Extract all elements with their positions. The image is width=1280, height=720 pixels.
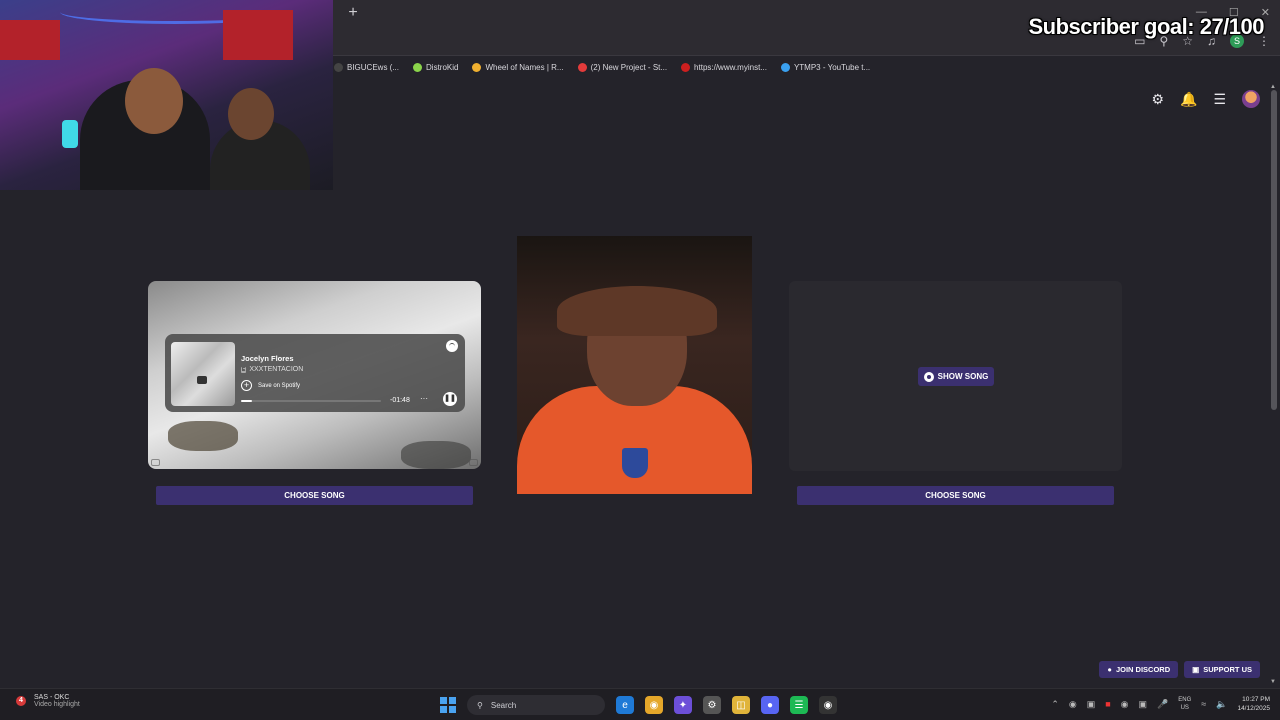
search-icon: ⚲ xyxy=(477,700,483,710)
bookmark-icon xyxy=(577,62,587,72)
track-artist[interactable]: E XXXTENTACION xyxy=(241,366,303,373)
windows-start-icon[interactable] xyxy=(440,697,456,713)
flag-right xyxy=(223,10,293,60)
bookmark-item[interactable]: YTMP3 - YouTube t... xyxy=(780,62,870,72)
discord-icon: ● xyxy=(1107,665,1112,674)
chrome-icon[interactable]: ◉ xyxy=(645,696,663,714)
spotify-logo-icon[interactable] xyxy=(446,340,458,352)
join-discord-button[interactable]: ● JOIN DISCORD xyxy=(1099,661,1179,678)
choose-song-button-right[interactable]: CHOOSE SONG xyxy=(797,486,1114,505)
site-header-icons: ⚙ 🔔 ☰ xyxy=(1151,90,1260,108)
tray-app-icon[interactable]: ◉ xyxy=(1121,699,1129,710)
discord-app-icon[interactable]: ● xyxy=(761,696,779,714)
track-title[interactable]: Jocelyn Flores xyxy=(241,354,294,363)
show-song-button[interactable]: SHOW SONG xyxy=(918,367,994,386)
bookmark-icon xyxy=(780,62,790,72)
progress-fill xyxy=(241,400,253,402)
gear-icon[interactable]: ⚙ xyxy=(1151,91,1164,108)
join-discord-label: JOIN DISCORD xyxy=(1115,665,1171,674)
obs-icon[interactable]: ◉ xyxy=(819,696,837,714)
subscriber-goal-overlay: Subscriber goal: 27/100 xyxy=(1028,14,1265,39)
new-tab-button[interactable]: + xyxy=(346,4,360,22)
video-hands xyxy=(557,286,717,336)
streamer-head xyxy=(125,68,183,134)
taskbar-apps: ⚲ Search e ◉ ✦ ⚙ ◫ ● ☰ ◉ xyxy=(440,695,837,715)
chevron-up-icon[interactable]: ⌃ xyxy=(1051,699,1059,710)
support-us-button[interactable]: ▣ SUPPORT US xyxy=(1184,661,1260,678)
background-blur-shape xyxy=(401,441,471,469)
windows-taskbar: 4 SAS - OKC Video highlight ⚲ Search e ◉… xyxy=(0,688,1280,720)
corner-icon xyxy=(151,459,160,466)
notification-subtitle: Video highlight xyxy=(34,701,80,708)
drink-can xyxy=(62,120,78,148)
footer-buttons: ● JOIN DISCORD ▣ SUPPORT US xyxy=(1099,661,1260,678)
playback-progress-bar[interactable] xyxy=(241,400,381,402)
bookmark-item[interactable]: DistroKid xyxy=(413,62,458,72)
scroll-thumb[interactable] xyxy=(1271,90,1277,410)
choose-song-button-left[interactable]: CHOOSE SONG xyxy=(156,486,473,505)
cohost-head xyxy=(228,88,274,140)
volume-icon[interactable]: 🔈 xyxy=(1216,699,1227,710)
taskbar-clock[interactable]: 10:27 PM 14/12/2025 xyxy=(1237,695,1270,713)
chat-icon: ▣ xyxy=(1192,665,1200,674)
more-options-icon[interactable]: ··· xyxy=(420,394,428,403)
language-indicator[interactable]: ENG US xyxy=(1178,696,1191,712)
edge-icon[interactable]: e xyxy=(616,696,634,714)
background-blur-shape xyxy=(168,421,238,451)
plus-circle-icon: + xyxy=(241,380,252,391)
tray-app-icon[interactable]: ■ xyxy=(1105,699,1110,709)
save-label: Save on Spotify xyxy=(258,382,301,389)
flag-left xyxy=(0,20,60,60)
wifi-icon[interactable]: ≈ xyxy=(1201,699,1206,709)
corner-icon xyxy=(469,459,478,466)
tray-app-icon[interactable]: ◉ xyxy=(1069,699,1077,710)
reaction-video[interactable] xyxy=(517,236,752,494)
scroll-down-arrow[interactable]: ▼ xyxy=(1270,679,1276,685)
bookmark-icon xyxy=(413,62,423,72)
artist-name: XXXTENTACION xyxy=(249,366,304,373)
tray-app-icon[interactable]: ▣ xyxy=(1139,699,1148,710)
spotify-app-icon[interactable]: ☰ xyxy=(790,696,808,714)
bell-icon[interactable]: 🔔 xyxy=(1180,91,1197,108)
system-tray: ⌃ ◉ ▣ ■ ◉ ▣ 🎤 ENG US ≈ 🔈 10:27 PM 14/12/… xyxy=(1051,695,1270,713)
show-song-label: SHOW SONG xyxy=(937,372,989,381)
support-us-label: SUPPORT US xyxy=(1203,665,1252,674)
file-explorer-icon[interactable]: ◫ xyxy=(732,696,750,714)
copilot-icon[interactable]: ✦ xyxy=(674,696,692,714)
search-placeholder: Search xyxy=(490,700,517,710)
save-on-spotify-button[interactable]: + Save on Spotify xyxy=(241,380,300,391)
eye-icon xyxy=(923,371,934,382)
pause-button[interactable]: ❚❚ xyxy=(443,392,457,406)
time-remaining: -01:48 xyxy=(390,397,410,404)
webcam-overlay xyxy=(0,0,333,190)
user-avatar[interactable] xyxy=(1242,90,1260,108)
spotify-embed-player: Jocelyn Flores E XXXTENTACION + Save on … xyxy=(165,334,465,412)
video-shirt-crest xyxy=(622,448,648,478)
album-art xyxy=(171,342,235,406)
taskbar-search[interactable]: ⚲ Search xyxy=(467,695,605,715)
tray-app-icon[interactable]: ▣ xyxy=(1087,699,1096,710)
microphone-icon[interactable]: 🎤 xyxy=(1157,699,1168,710)
notification-title: SAS - OKC xyxy=(34,694,70,701)
settings-icon[interactable]: ⚙ xyxy=(703,696,721,714)
taskbar-notification[interactable]: 4 SAS - OKC Video highlight xyxy=(16,694,80,708)
bookmarks-bar: BIGUCEws (... DistroKid Wheel of Names |… xyxy=(334,58,870,76)
bookmark-item[interactable]: Wheel of Names | R... xyxy=(472,62,564,72)
bookmark-item[interactable]: https://www.myinst... xyxy=(681,62,767,72)
bookmark-item[interactable]: (2) New Project - St... xyxy=(577,62,667,72)
bookmark-icon xyxy=(334,62,343,72)
bookmark-icon xyxy=(681,62,691,72)
hamburger-menu-icon[interactable]: ☰ xyxy=(1213,91,1226,108)
explicit-badge: E xyxy=(241,366,247,373)
bookmark-item[interactable]: BIGUCEws (... xyxy=(334,62,399,72)
alert-badge: 4 xyxy=(16,696,26,706)
bookmark-icon xyxy=(472,62,482,72)
page-scrollbar[interactable] xyxy=(1271,90,1277,680)
